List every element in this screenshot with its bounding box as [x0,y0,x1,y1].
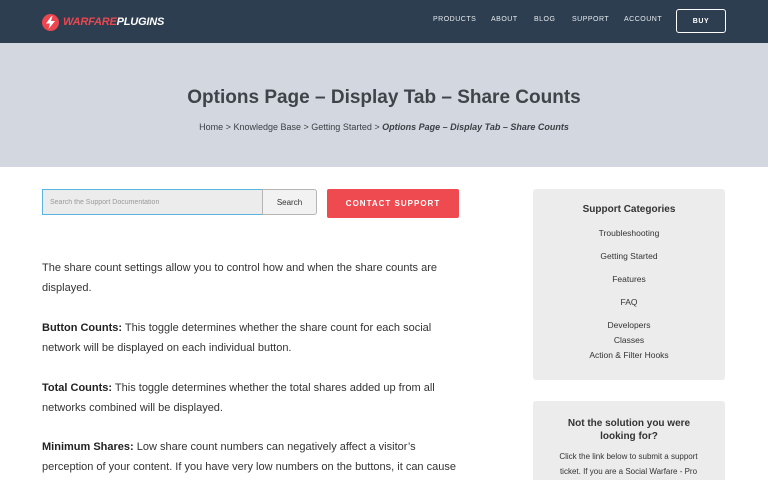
breadcrumb-separator: > [225,122,231,132]
breadcrumb-knowledge-base[interactable]: Knowledge Base [233,122,301,132]
breadcrumb: Home > Knowledge Base > Getting Started … [0,122,768,132]
page-title: Options Page – Display Tab – Share Count… [187,87,581,108]
nav-account[interactable]: ACCOUNT [624,16,662,23]
category-link-action-filter-hooks[interactable]: Action & Filter Hooks [533,350,725,360]
category-link-classes[interactable]: Classes [533,335,725,345]
support-cta-title: Not the solution you were looking for? [567,418,691,442]
breadcrumb-separator: > [303,122,309,132]
term-label: Total Counts: [42,382,113,394]
category-link-troubleshooting[interactable]: Troubleshooting [533,228,725,238]
support-categories-panel: Support Categories Troubleshooting Getti… [533,189,725,380]
article-intro: The share count settings allow you to co… [42,262,438,294]
category-link-developers[interactable]: Developers [533,320,725,330]
nav-support[interactable]: SUPPORT [572,16,609,23]
term-label: Minimum Shares: [42,441,134,453]
support-cta-panel: Not the solution you were looking for? C… [533,401,725,480]
warfare-plugins-logo[interactable]: WARFAREPLUGINS [42,12,164,32]
breadcrumb-getting-started[interactable]: Getting Started [311,122,372,132]
term-label: Button Counts: [42,322,123,334]
breadcrumb-separator: > [374,122,380,132]
lightning-bolt-icon [42,13,59,31]
nav-products[interactable]: PRODUCTS [433,16,476,23]
breadcrumb-current: Options Page – Display Tab – Share Count… [382,122,569,132]
nav-about[interactable]: ABOUT [491,16,518,23]
logo-wordmark: WARFAREPLUGINS [63,16,165,28]
category-link-faq[interactable]: FAQ [533,297,725,307]
article-paragraph-button-counts: Button Counts: This toggle determines wh… [42,318,467,358]
support-categories-title: Support Categories [582,204,676,215]
support-cta-text: Click the link below to submit a support… [559,452,698,476]
category-link-getting-started[interactable]: Getting Started [533,251,725,261]
breadcrumb-home[interactable]: Home [199,122,223,132]
category-link-features[interactable]: Features [533,274,725,284]
contact-support-button[interactable]: CONTACT SUPPORT [327,189,459,218]
search-input[interactable] [42,189,263,215]
buy-button[interactable]: BUY [676,9,726,33]
nav-blog[interactable]: BLOG [534,16,555,23]
search-button[interactable]: Search [262,189,317,215]
article-paragraph-minimum-shares: Minimum Shares: Low share count numbers … [42,437,467,480]
page-hero: Options Page – Display Tab – Share Count… [0,43,768,167]
article-paragraph-total-counts: Total Counts: This toggle determines whe… [42,378,467,418]
top-nav-bar: WARFAREPLUGINS PRODUCTS ABOUT BLOG SUPPO… [0,0,768,43]
